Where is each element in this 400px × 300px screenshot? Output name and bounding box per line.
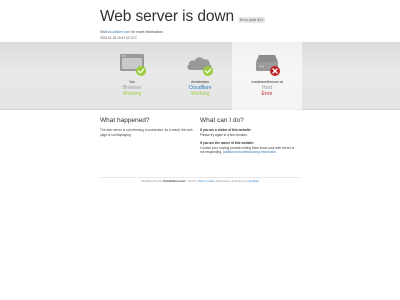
visit-line: Visit cloudflare.com for more informatio… xyxy=(100,30,350,34)
node-status: Working xyxy=(190,91,210,97)
status-node-host: vocabwordforuser.at Host Error xyxy=(232,42,302,110)
what-can-i-do-section: What can I do? If you are a visitor of t… xyxy=(200,117,297,155)
what-happened-body: The web server is not returning a connec… xyxy=(100,128,193,137)
ray-id-label: Cloudflare Ray ID: xyxy=(141,180,163,183)
page-title: Web server is down xyxy=(100,8,235,25)
owner-body: Contact your hosting provider letting th… xyxy=(200,146,297,155)
page-footer: Cloudflare Ray ID: 84cb6f0b9c1ec0ef • Yo… xyxy=(100,177,300,183)
cloudflare-footer-link[interactable]: Cloudflare xyxy=(247,180,259,183)
what-can-i-do-heading: What can I do? xyxy=(200,117,244,124)
status-node-browser: You Browser Working xyxy=(97,42,167,110)
browser-ok-icon xyxy=(120,54,146,76)
what-happened-section: What happened? The web server is not ret… xyxy=(100,117,197,137)
visit-suffix: for more information. xyxy=(131,30,164,34)
troubleshooting-link[interactable]: Additional troubleshooting information. xyxy=(223,150,277,154)
perf-prefix: • Performance & security by xyxy=(214,180,247,183)
visitor-body: Please try again in a few minutes. xyxy=(200,132,248,137)
timestamp: 2024-01-28 20:47:42 UTC xyxy=(100,36,138,40)
node-status: Error xyxy=(261,91,273,97)
cloudflare-link[interactable]: cloudflare.com xyxy=(108,30,131,34)
error-code-badge: Error code 521 xyxy=(238,17,266,23)
cloud-ok-icon xyxy=(187,57,213,76)
ip-prefix: • Your IP: xyxy=(185,180,197,183)
node-status: Working xyxy=(122,91,142,97)
node-location: vocabwordforuser.at xyxy=(251,80,283,84)
reveal-ip-link[interactable]: Click to reveal xyxy=(197,180,213,183)
page-header: Web server is down Error code 521 Visit … xyxy=(100,8,350,40)
title-row: Web server is down Error code 521 xyxy=(100,8,350,26)
visit-prefix: Visit xyxy=(100,30,107,34)
node-location: You xyxy=(129,80,135,84)
node-location: Amsterdam xyxy=(191,80,209,84)
server-error-icon xyxy=(256,55,280,76)
ray-id-value: 84cb6f0b9c1ec0ef xyxy=(162,180,186,183)
status-node-cloudflare: Amsterdam Cloudflare Working xyxy=(165,42,235,110)
what-happened-heading: What happened? xyxy=(100,117,150,124)
status-band: You Browser Working Amsterdam Cloudflare… xyxy=(0,42,400,110)
